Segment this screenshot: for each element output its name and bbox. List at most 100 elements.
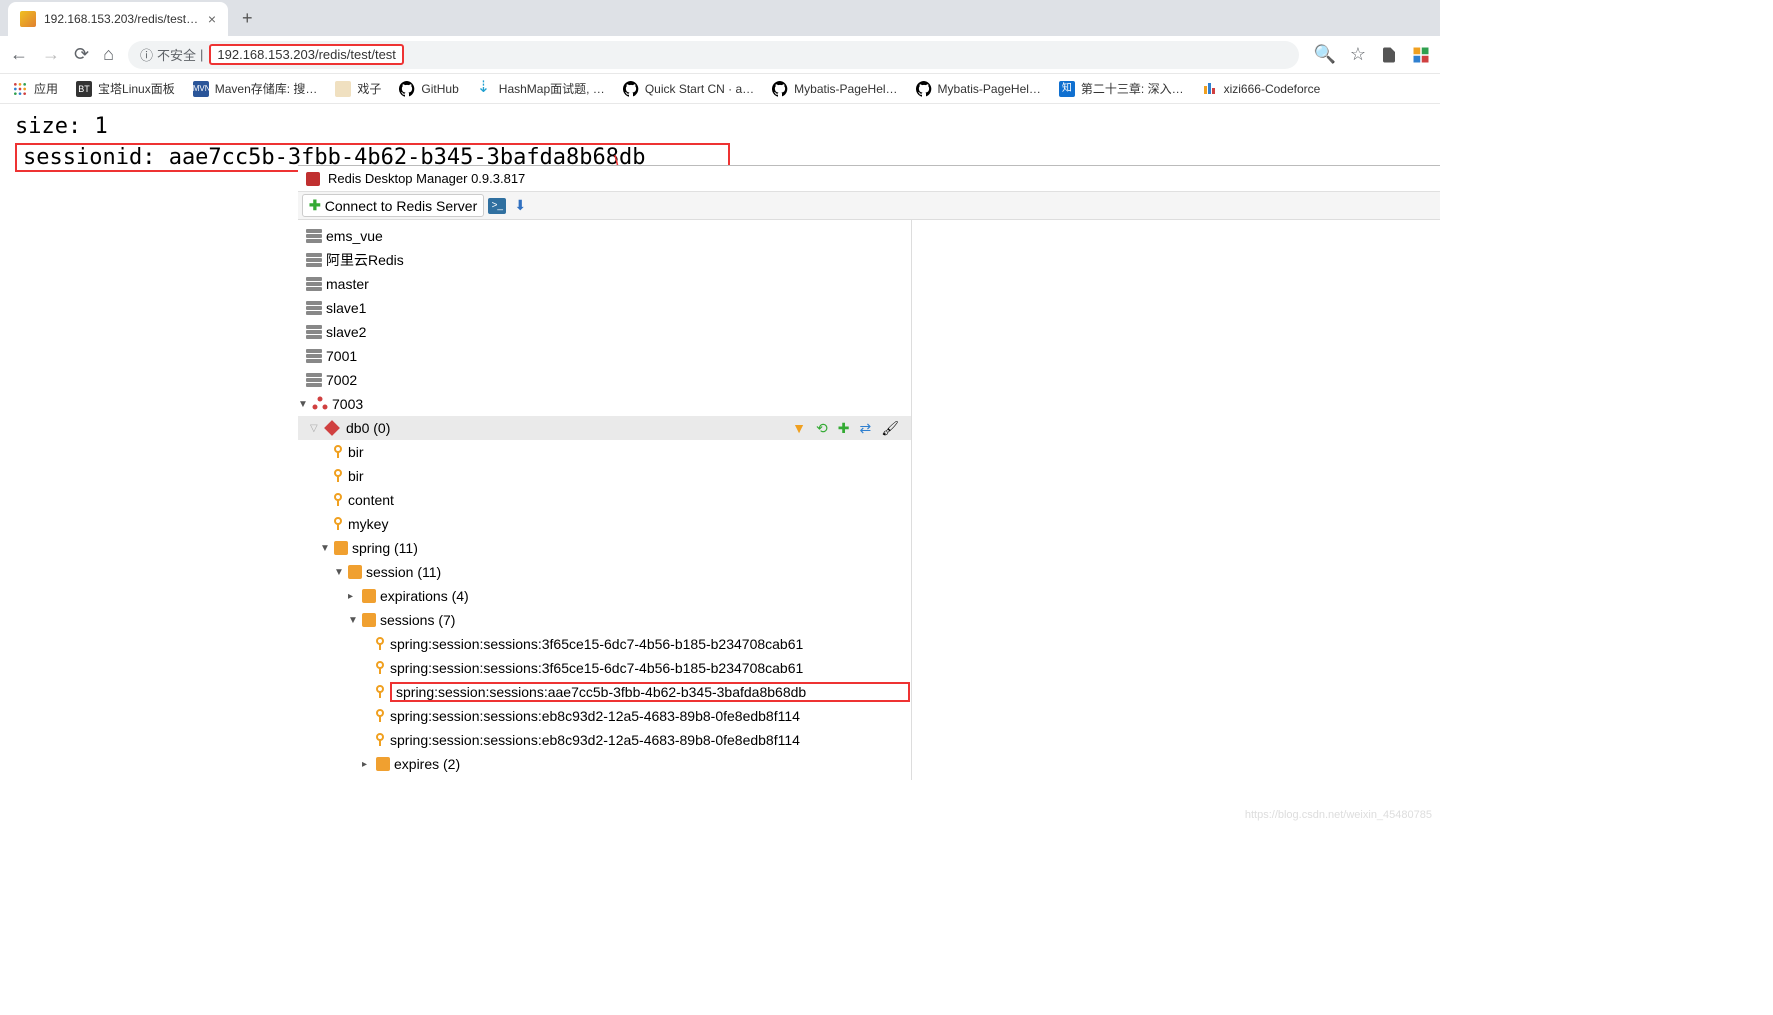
add-icon[interactable]: ✚	[838, 420, 850, 437]
github-icon	[399, 81, 415, 97]
github-icon	[772, 81, 788, 97]
tab-title: 192.168.153.203/redis/test/tes	[44, 12, 200, 26]
home-button[interactable]: ⌂	[103, 44, 114, 65]
key-item[interactable]: content	[298, 488, 911, 512]
collapse-icon[interactable]: ▼	[298, 399, 310, 410]
server-icon	[306, 301, 322, 315]
folder-sessions[interactable]: ▼sessions (7)	[298, 608, 911, 632]
collapse-icon[interactable]: ▽	[310, 423, 322, 434]
reload-icon[interactable]: ⟲	[816, 420, 828, 437]
star-icon[interactable]: ☆	[1350, 44, 1366, 65]
bookmark-item-3[interactable]: GitHub	[399, 81, 458, 97]
bookmark-item-0[interactable]: BT宝塔Linux面板	[76, 80, 175, 97]
folder-spring[interactable]: ▼spring (11)	[298, 536, 911, 560]
connection-item[interactable]: master	[298, 272, 911, 296]
server-icon	[306, 325, 322, 339]
expand-icon[interactable]: ▸	[348, 591, 360, 602]
key-item[interactable]: bir	[298, 440, 911, 464]
db-actions: ▼ ⟲ ✚ ⇄ 🖌	[792, 420, 911, 437]
bookmark-icon: 知	[1059, 81, 1075, 97]
nav-bar: ← → ⟳ ⌂ ⓘ 不安全 | 192.168.153.203/redis/te…	[0, 36, 1440, 74]
bookmark-icon: MVN	[193, 81, 209, 97]
key-icon	[374, 637, 386, 651]
collapse-icon[interactable]: ▼	[320, 543, 332, 554]
connection-item[interactable]: ems_vue	[298, 224, 911, 248]
new-tab-button[interactable]: +	[242, 8, 253, 29]
bookmark-item-4[interactable]: ⇣HashMap面试题, …	[477, 80, 605, 97]
folder-icon	[334, 541, 348, 555]
info-icon: ⓘ	[140, 45, 153, 64]
apps-button[interactable]: 应用	[12, 80, 58, 97]
security-indicator[interactable]: ⓘ 不安全 |	[140, 45, 203, 64]
folder-expires[interactable]: ▸expires (2)	[298, 752, 911, 776]
connection-item[interactable]: slave1	[298, 296, 911, 320]
bookmark-item-5[interactable]: Quick Start CN · a…	[623, 81, 754, 97]
key-item[interactable]: bir	[298, 464, 911, 488]
key-icon	[332, 493, 344, 507]
bookmark-item-6[interactable]: Mybatis-PageHel…	[772, 81, 897, 97]
bookmark-icon: BT	[76, 81, 92, 97]
bookmark-item-9[interactable]: xizi666-Codeforce	[1202, 81, 1321, 97]
bookmark-item-7[interactable]: Mybatis-PageHel…	[916, 81, 1041, 97]
folder-expirations[interactable]: ▸expirations (4)	[298, 584, 911, 608]
back-button[interactable]: ←	[10, 44, 28, 65]
folder-session[interactable]: ▼session (11)	[298, 560, 911, 584]
forward-button: →	[42, 44, 60, 65]
rdm-toolbar: ✚ Connect to Redis Server >_ ⬇	[298, 192, 1440, 220]
tab-bar: 192.168.153.203/redis/test/tes × +	[0, 0, 1440, 36]
rdm-logo-icon	[306, 172, 320, 186]
rdm-window: Redis Desktop Manager 0.9.3.817 ✚ Connec…	[298, 165, 1440, 780]
expand-icon[interactable]: ▸	[362, 759, 374, 770]
folder-icon	[348, 565, 362, 579]
connection-tree: ems_vue 阿里云Redis master slave1 slave2 70…	[298, 220, 912, 780]
server-icon	[306, 349, 322, 363]
server-icon	[306, 253, 322, 267]
size-text: size: 1	[15, 114, 1425, 139]
session-key-item[interactable]: spring:session:sessions:eb8c93d2-12a5-46…	[298, 704, 911, 728]
apps-icon	[12, 81, 28, 97]
refresh-icon[interactable]: ⇄	[859, 420, 871, 437]
connection-item[interactable]: 阿里云Redis	[298, 248, 911, 272]
evernote-icon[interactable]	[1380, 46, 1398, 64]
extension-icon[interactable]	[1412, 46, 1430, 64]
key-icon	[332, 469, 344, 483]
key-icon	[332, 517, 344, 531]
connection-item[interactable]: 7002	[298, 368, 911, 392]
connection-item[interactable]: slave2	[298, 320, 911, 344]
import-icon[interactable]: ⬇	[510, 196, 530, 216]
connection-item-open[interactable]: ▼7003	[298, 392, 911, 416]
github-icon	[916, 81, 932, 97]
bookmark-item-8[interactable]: 知第二十三章: 深入…	[1059, 80, 1184, 97]
database-icon	[324, 420, 340, 436]
tab-close-icon[interactable]: ×	[208, 11, 216, 27]
bookmark-item-1[interactable]: MVNMaven存储库: 搜…	[193, 80, 318, 97]
address-bar[interactable]: ⓘ 不安全 | 192.168.153.203/redis/test/test	[128, 41, 1299, 69]
bookmark-bar: 应用 BT宝塔Linux面板 MVNMaven存储库: 搜… 戏子 GitHub…	[0, 74, 1440, 104]
zoom-icon[interactable]: 🔍	[1313, 44, 1335, 65]
console-icon[interactable]: >_	[488, 198, 506, 214]
session-key-item[interactable]: spring:session:sessions:eb8c93d2-12a5-46…	[298, 728, 911, 752]
reload-button[interactable]: ⟳	[74, 44, 89, 65]
session-key-item[interactable]: spring:session:sessions:3f65ce15-6dc7-4b…	[298, 632, 911, 656]
connect-button[interactable]: ✚ Connect to Redis Server	[302, 194, 484, 217]
folder-icon	[376, 757, 390, 771]
session-key-item[interactable]: spring:session:sessions:3f65ce15-6dc7-4b…	[298, 656, 911, 680]
bookmark-item-2[interactable]: 戏子	[335, 80, 381, 97]
rdm-titlebar[interactable]: Redis Desktop Manager 0.9.3.817	[298, 166, 1440, 192]
filter-icon[interactable]: ▼	[792, 420, 806, 437]
server-icon	[306, 373, 322, 387]
bookmark-icon: ⇣	[477, 81, 493, 97]
key-icon	[374, 661, 386, 675]
collapse-icon[interactable]: ▼	[334, 567, 346, 578]
cluster-icon	[312, 396, 328, 412]
browser-tab[interactable]: 192.168.153.203/redis/test/tes ×	[8, 2, 228, 36]
folder-icon	[362, 589, 376, 603]
brush-icon[interactable]: 🖌	[881, 420, 899, 437]
db-item[interactable]: ▽db0 (0) ▼ ⟲ ✚ ⇄ 🖌	[298, 416, 911, 440]
github-icon	[623, 81, 639, 97]
key-item[interactable]: mykey	[298, 512, 911, 536]
collapse-icon[interactable]: ▼	[348, 615, 360, 626]
connection-item[interactable]: 7001	[298, 344, 911, 368]
session-key-item-highlighted[interactable]: spring:session:sessions:aae7cc5b-3fbb-4b…	[298, 680, 911, 704]
bookmark-icon	[335, 81, 351, 97]
